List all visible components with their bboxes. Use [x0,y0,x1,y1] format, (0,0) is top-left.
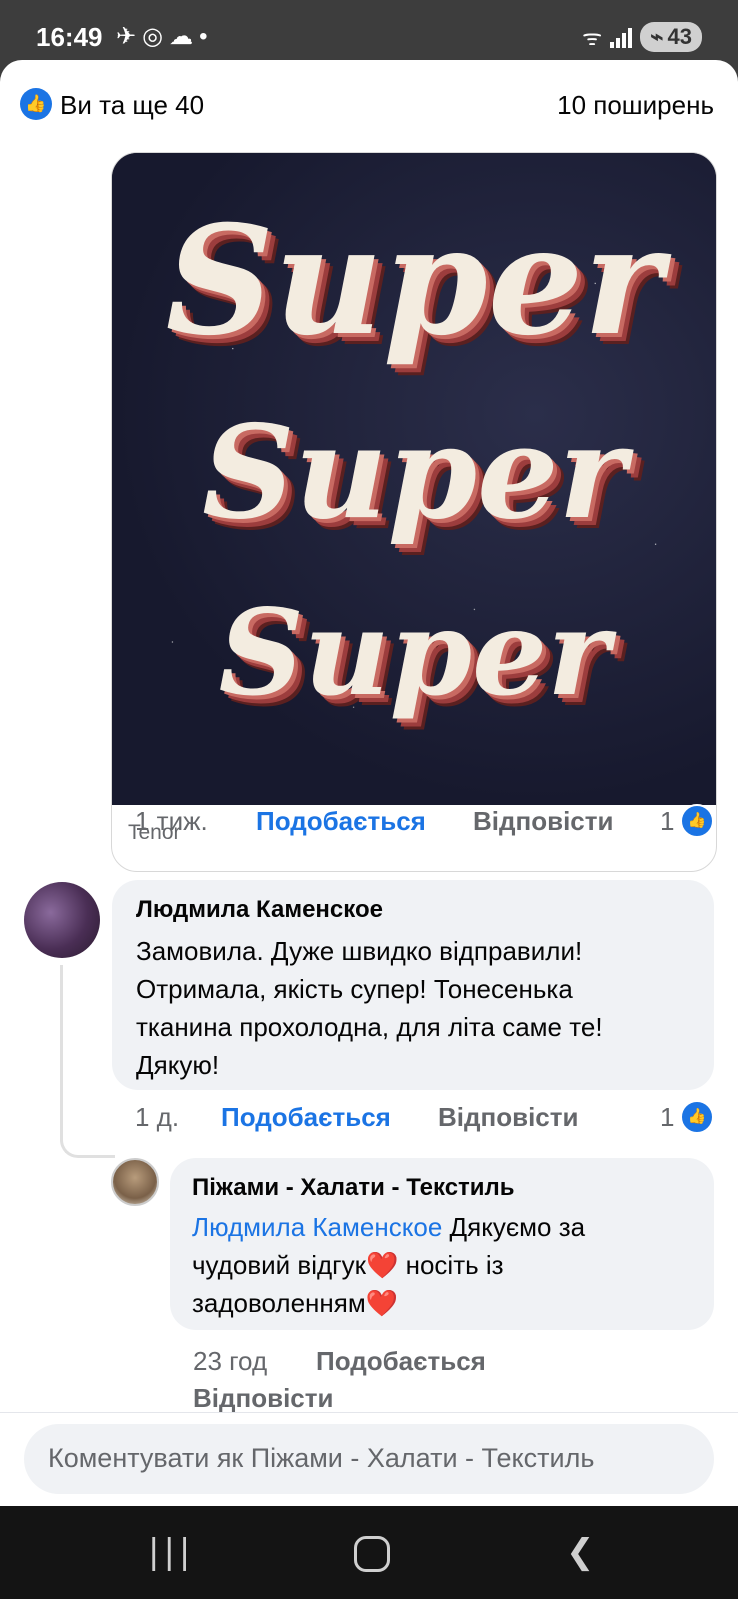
status-time: 16:49 [36,22,103,52]
reply-text-line: Людмила Каменское Дякуємо за [192,1208,585,1246]
wifi-icon: ᯤ [582,25,603,50]
like-button[interactable]: Подобається [316,1346,486,1377]
comments-sheet[interactable]: 👍 Ви та ще 40 10 поширень Super Super Su… [0,60,738,1506]
comment-text-line: Отримала, якість супер! Тонесенька [136,974,573,1004]
reply-bubble[interactable]: Піжами - Халати - Текстиль Людмила Камен… [170,1158,714,1330]
navigation-bar: ||| ❮ [0,1506,738,1599]
comment-actions: 1 тиж. Подобається Відповісти 1 👍 [0,804,738,842]
reply-text-line: задоволенням❤️ [192,1288,399,1318]
instagram-icon: ◎ [142,23,170,50]
like-reaction-icon[interactable]: 👍 [680,804,714,838]
comment-time: 1 тиж. [135,806,208,836]
dot-icon: • [199,23,214,50]
messenger-icon: ☁ [169,23,200,50]
reply-button[interactable]: Відповісти [473,806,613,837]
like-reaction-icon[interactable]: 👍 [680,1100,714,1134]
gif-text: Super [165,193,663,369]
mention-link[interactable]: Людмила Каменское [192,1212,442,1242]
comment-bubble[interactable]: Людмила Каменское Замовила. Дуже швидко … [112,880,714,1090]
comment-text-line: Замовила. Дуже швидко відправили! [136,936,583,966]
comment-actions: 1 д. Подобається Відповісти 1 👍 [0,1100,738,1138]
gif-attachment[interactable]: Super Super Super Tenor [111,152,717,872]
comment-text-line: тканина прохолодна, для літа саме те! [136,1012,603,1042]
reaction-count[interactable]: 1 [660,806,674,837]
telegram-icon: ✈ [116,23,143,50]
gif-text: Super [202,398,626,548]
home-icon[interactable] [354,1536,390,1572]
like-button[interactable]: Подобається [256,806,426,837]
like-button[interactable]: Подобається [221,1102,391,1133]
recent-apps-icon[interactable]: ||| [148,1532,194,1572]
gif-text: Super [218,583,610,722]
reply-actions: 23 год Подобається [0,1346,738,1382]
avatar[interactable] [24,882,100,958]
leaf-icon: ⌁ [650,24,664,49]
signal-icon [610,26,633,48]
battery-indicator: ⌁ 43 [640,22,702,52]
back-icon[interactable]: ❮ [566,1532,595,1572]
reply-author[interactable]: Піжами - Халати - Текстиль [192,1174,515,1202]
reactions-summary[interactable]: 👍 Ви та ще 40 10 поширень [0,60,738,150]
reaction-count[interactable]: 1 [660,1102,674,1133]
reply-text-fragment: Дякуємо за [442,1212,586,1242]
shares-count[interactable]: 10 поширень [557,90,714,121]
battery-level: 43 [667,24,692,49]
notification-icons: ✈◎☁• [116,22,213,51]
reply-button[interactable]: Відповісти [438,1102,578,1133]
reply-text-line: чудовий відгук❤️ носіть із [192,1250,504,1280]
comment-input[interactable]: Коментувати як Піжами - Халати - Текстил… [24,1424,714,1494]
system-icons: ᯤ ⌁ 43 [582,22,702,52]
likes-count[interactable]: Ви та ще 40 [60,90,204,121]
like-icon: 👍 [20,88,52,120]
gif-image[interactable]: Super Super Super [112,153,716,805]
page-avatar[interactable] [111,1158,159,1206]
comment-time: 1 д. [135,1102,180,1132]
comment-input-placeholder: Коментувати як Піжами - Халати - Текстил… [48,1443,595,1473]
comment-author[interactable]: Людмила Каменское [136,896,383,924]
comment-text-line: Дякую! [136,1050,220,1080]
reply-time: 23 год [193,1346,268,1376]
reply-button[interactable]: Відповісти [193,1383,333,1414]
